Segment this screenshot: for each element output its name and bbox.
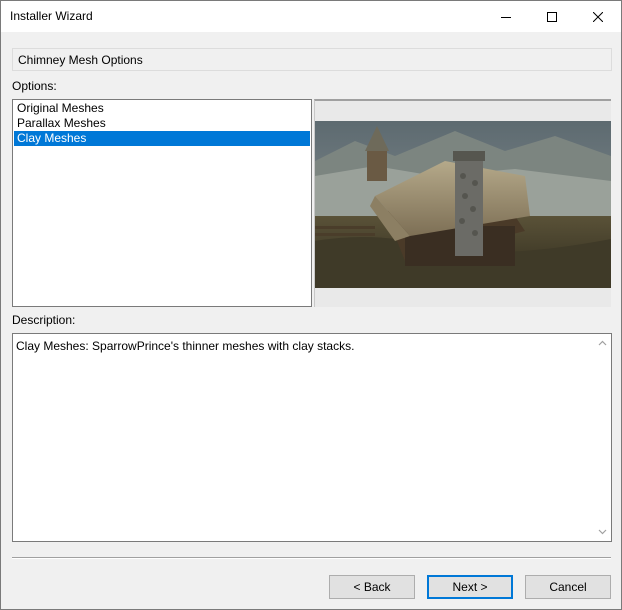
title-bar[interactable]: Installer Wizard [1,1,621,32]
options-listbox[interactable]: Original Meshes Parallax Meshes Clay Mes… [12,99,312,307]
separator [12,557,611,559]
window-title: Installer Wizard [10,9,93,23]
description-label: Description: [12,313,76,327]
description-scrollbar[interactable] [594,334,611,541]
step-header: Chimney Mesh Options [12,48,612,71]
close-icon [593,11,603,22]
minimize-icon [501,16,511,18]
minimize-button[interactable] [483,1,529,32]
option-parallax-meshes[interactable]: Parallax Meshes [14,116,310,131]
maximize-icon [547,11,557,22]
next-button[interactable]: Next > [427,575,513,599]
description-textbox[interactable]: Clay Meshes: SparrowPrince's thinner mes… [12,333,612,542]
scroll-down-icon[interactable] [598,527,607,536]
back-button[interactable]: < Back [329,575,415,599]
cancel-button[interactable]: Cancel [525,575,611,599]
options-label: Options: [12,79,57,93]
option-original-meshes[interactable]: Original Meshes [14,101,310,116]
step-title: Chimney Mesh Options [18,53,143,67]
preview-panel [314,99,611,307]
option-clay-meshes[interactable]: Clay Meshes [14,131,310,146]
description-text: Clay Meshes: SparrowPrince's thinner mes… [16,339,355,353]
installer-window: Installer Wizard Chimney Mesh Options Op… [0,0,622,610]
maximize-button[interactable] [529,1,575,32]
scroll-up-icon[interactable] [598,339,607,348]
house-preview-illustration [315,121,611,288]
close-button[interactable] [575,1,621,32]
preview-image [315,121,611,288]
